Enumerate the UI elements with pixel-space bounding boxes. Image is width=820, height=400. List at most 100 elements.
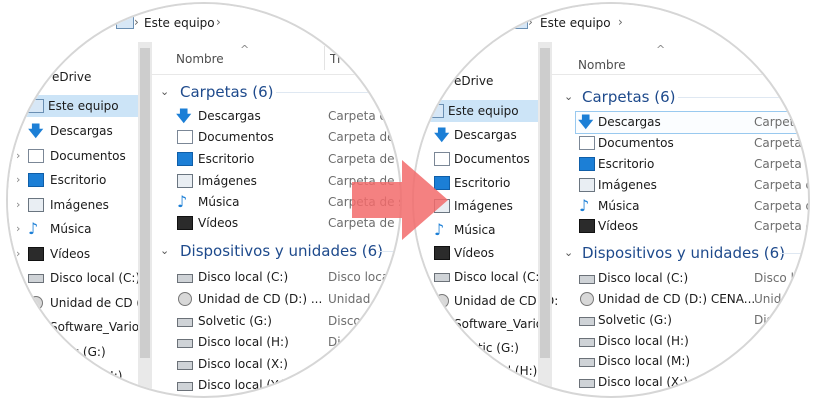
list-item[interactable]: 🡇 Descargas Carpeta d (176, 106, 400, 127)
nav-item-label: Unidad de CD (D (50, 296, 151, 310)
list-item[interactable]: Unidad de CD (D:) ... Unidad d (176, 289, 400, 310)
list-item[interactable]: Solvetic (G:) Disco loc (176, 311, 400, 332)
item-type: Disco loca (328, 270, 390, 284)
list-item[interactable]: Disco local (C:) Disco loca (176, 267, 400, 288)
column-name[interactable]: Nombre (578, 58, 626, 72)
item-type: Carpeta d (328, 109, 388, 123)
nav-item-this-pc[interactable]: Este equipo (8, 95, 138, 117)
group-folders[interactable]: ⌄ Carpetas (6) (564, 86, 808, 108)
group-devices[interactable]: ⌄ Dispositivos y unidades (6) (564, 242, 808, 264)
nav-item-label: eDrive (454, 74, 494, 88)
scrollbar-thumb[interactable] (540, 48, 550, 358)
item-type: Disc (754, 375, 780, 389)
item-type: Disco l (754, 271, 794, 285)
expand-chevron-icon[interactable]: › (16, 292, 20, 314)
nav-item-cd-drive[interactable]: Unidad de CD (D: (414, 290, 558, 312)
expand-chevron-icon[interactable]: › (16, 267, 20, 289)
drive-icon (28, 323, 44, 332)
nav-item-label: Descargas (454, 128, 517, 142)
list-item[interactable]: Disco local (X:) Disc (576, 372, 808, 393)
expand-chevron-icon[interactable]: › (16, 316, 20, 338)
chevron-right-icon[interactable]: › (216, 15, 221, 29)
scrollbar-thumb[interactable] (140, 48, 150, 358)
nav-item-software-varios[interactable]: › Software_Varios (8, 316, 145, 338)
nav-item-disk-h[interactable]: (H:) (8, 365, 138, 387)
nav-scrollbar[interactable] (538, 42, 552, 396)
collapse-chevron-icon[interactable]: ⌄ (160, 81, 169, 103)
group-devices[interactable]: ⌄ Dispositivos y unidades (6) (160, 240, 400, 262)
nav-item-videos[interactable]: Vídeos (414, 242, 538, 264)
item-name: Unidad de CD (D:) ... (198, 292, 323, 306)
list-item[interactable]: Disco local (X:) Disco l (176, 354, 400, 375)
item-type: Disco (328, 378, 361, 392)
nav-item-videos[interactable]: › Vídeos (8, 243, 138, 265)
nav-item-disk-c[interactable]: Disco local (C:) (414, 266, 544, 288)
nav-item-onedrive[interactable]: eDrive (414, 70, 538, 92)
item-type: Carpeta de (328, 130, 395, 144)
videos-icon (177, 216, 193, 230)
nav-item-label: Software_Varios (50, 320, 146, 334)
list-item[interactable]: Imágenes Carpeta de (576, 175, 808, 196)
nav-item-pictures[interactable]: › Imágenes (8, 194, 138, 216)
address-segment-this-pc[interactable]: Este equipo (540, 16, 611, 30)
nav-item-solvetic[interactable]: vetic (G:) (8, 341, 138, 363)
item-name: Descargas (598, 115, 661, 129)
chevron-right-icon[interactable]: › (618, 15, 623, 29)
list-item[interactable]: Disco local (H:) Disco lo (176, 332, 400, 353)
list-item[interactable]: Documentos Carpeta de (176, 127, 400, 148)
column-separator[interactable] (324, 46, 325, 70)
list-item[interactable]: Vídeos Carpeta d (576, 216, 810, 237)
nav-item-cd-drive[interactable]: › Unidad de CD (D (8, 292, 150, 314)
nav-item-label: Vídeos (454, 246, 495, 260)
group-folders[interactable]: ⌄ Carpetas (6) (160, 81, 400, 103)
nav-item-onedrive[interactable]: eDrive (8, 66, 138, 88)
address-bar[interactable]: › Este equipo › (414, 4, 808, 43)
list-item[interactable]: Documentos Carpeta (576, 133, 808, 154)
group-divider (780, 253, 808, 254)
videos-icon (434, 246, 450, 260)
nav-item-documents[interactable]: › Documentos (8, 145, 138, 167)
collapse-chevron-icon[interactable]: ⌄ (564, 242, 573, 264)
pictures-icon (579, 178, 595, 192)
documents-icon (177, 130, 193, 144)
list-item[interactable]: Disco local (C:) Disco l (576, 268, 808, 289)
nav-item-downloads[interactable]: › 🡇 Descargas (8, 120, 138, 142)
nav-item-disk-h[interactable]: o local (H:) (414, 360, 538, 382)
item-type: Disco l (328, 357, 368, 371)
group-divider (678, 97, 808, 98)
column-type[interactable]: Ti (330, 52, 340, 66)
nav-item-music[interactable]: › ♪ Música (8, 218, 138, 240)
nav-item-software-varios[interactable]: Software_Vario (414, 313, 543, 335)
nav-item-solvetic[interactable]: lvetic (G:) (414, 337, 538, 359)
nav-item-this-pc[interactable]: Este equipo (414, 100, 538, 122)
list-item[interactable]: Solvetic (G:) Disco (576, 310, 808, 331)
column-name[interactable]: Nombre (176, 52, 224, 66)
list-item[interactable]: ♪ Música Carpeta d (576, 196, 808, 217)
drive-icon (579, 379, 595, 388)
list-item[interactable]: Disco local (Y:) Disco (176, 375, 400, 396)
collapse-chevron-icon[interactable]: ⌄ (160, 240, 169, 262)
documents-icon (579, 136, 595, 150)
nav-item-label: Descargas (50, 124, 113, 138)
expand-chevron-icon[interactable]: › (16, 218, 20, 240)
list-item[interactable]: Disco local (M:) Disc (576, 351, 808, 372)
nav-item-disk-c[interactable]: › Disco local (C:) (8, 267, 140, 289)
item-type: Carpeta d (754, 219, 810, 233)
nav-scrollbar[interactable] (138, 42, 152, 396)
item-type: Unidad d (328, 292, 382, 306)
expand-chevron-icon[interactable]: › (16, 194, 20, 216)
expand-chevron-icon[interactable]: › (16, 169, 20, 191)
list-item[interactable]: 🡇 Descargas Carpeta (575, 111, 808, 134)
expand-chevron-icon[interactable]: › (16, 243, 20, 265)
nav-item-downloads[interactable]: 🡇 Descargas (414, 124, 538, 146)
expand-chevron-icon[interactable]: › (16, 120, 20, 142)
list-item[interactable]: Unidad de CD (D:) CENA... Unida (576, 289, 808, 310)
address-segment-this-pc[interactable]: Este equipo (144, 16, 215, 30)
collapse-chevron-icon[interactable]: ⌄ (564, 86, 573, 108)
list-item[interactable]: Disco local (H:) Disc (576, 331, 808, 352)
nav-item-desktop[interactable]: › Escritorio (8, 169, 138, 191)
expand-chevron-icon[interactable]: › (16, 145, 20, 167)
address-bar[interactable]: › Este equipo › (8, 4, 400, 43)
nav-item-label: (H:) (100, 369, 123, 383)
list-item[interactable]: Escritorio Carpeta d (576, 154, 808, 175)
